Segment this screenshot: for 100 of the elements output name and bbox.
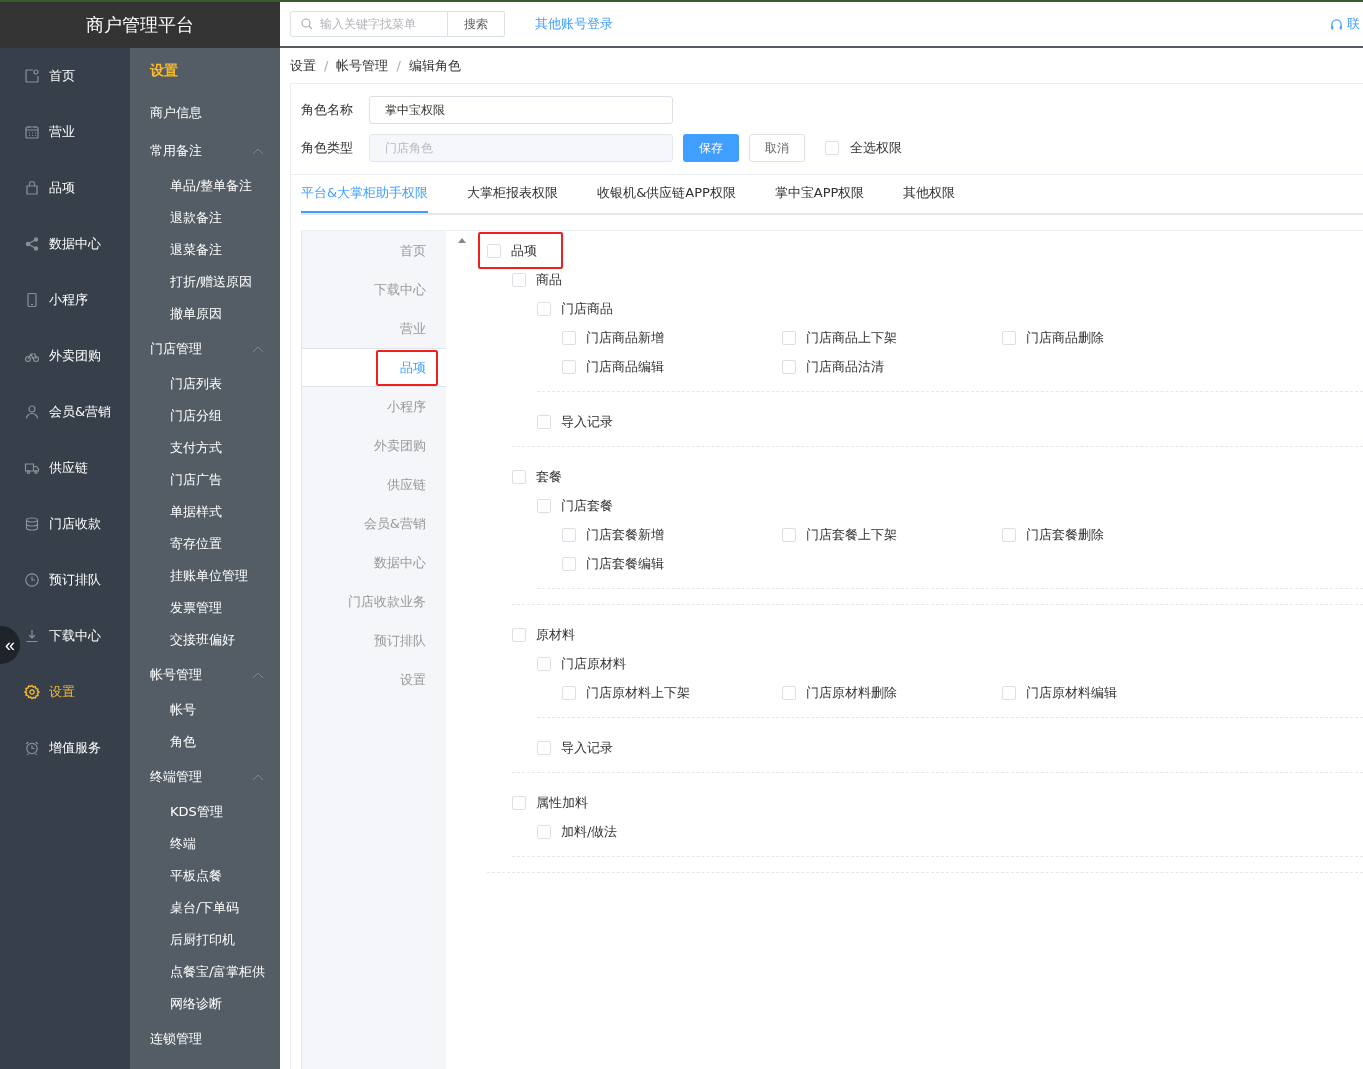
search-button[interactable]: 搜索 [448,11,505,37]
permission-label: 门店原材料 [561,654,626,673]
checkbox[interactable] [537,740,551,755]
checkbox[interactable] [562,527,576,542]
submenu-item[interactable]: 门店分组 [130,400,280,432]
submenu-item[interactable]: 撤单原因 [130,298,280,330]
submenu-item[interactable]: 单据样式 [130,496,280,528]
checkbox[interactable] [512,795,526,810]
tab[interactable]: 大掌柜报表权限 [467,175,559,213]
permission-label: 门店原材料删除 [806,683,897,702]
submenu-item[interactable]: 挂账单位管理 [130,560,280,592]
nav-item[interactable]: 营业 [20,104,130,160]
nav-item[interactable]: 品项 [20,160,130,216]
nav-item[interactable]: 增值服务 [20,720,130,776]
checkbox[interactable] [512,469,526,484]
submenu-item[interactable]: 终端 [130,828,280,860]
checkbox[interactable] [537,656,551,671]
checkbox[interactable] [562,556,576,571]
permission-nav-label: 小程序 [386,397,427,416]
chevron-icon[interactable] [252,671,264,679]
nav-item[interactable]: 外卖团购 [20,328,130,384]
permission-nav-label: 门店收款业务 [347,592,427,611]
nav-item[interactable]: 预订排队 [20,552,130,608]
role-name-field[interactable]: 掌中宝权限 [369,96,673,124]
permission-nav-label: 首页 [399,241,427,260]
chevron-icon[interactable] [252,345,264,353]
submenu-item[interactable]: 角色 [130,726,280,758]
submenu-group[interactable]: 终端管理 [130,758,202,796]
nav-item[interactable]: 小程序 [20,272,130,328]
permission-label: 门店套餐 [561,496,613,515]
submenu-item[interactable]: 发票管理 [130,592,280,624]
submenu-item[interactable]: 桌台/下单码 [130,892,280,924]
checkbox[interactable] [562,359,576,374]
permission-label: 门店套餐编辑 [586,554,664,573]
checkbox[interactable] [782,330,796,345]
submenu-item[interactable]: 帐号 [130,694,280,726]
submenu-item[interactable]: 门店广告 [130,464,280,496]
checkbox[interactable] [537,301,551,316]
submenu-group[interactable]: 帐号管理 [130,656,202,694]
submenu-item[interactable]: 支付方式 [130,432,280,464]
breadcrumb-item[interactable]: 设置 [290,56,316,75]
permission-nav-label: 供应链 [386,475,427,494]
nav-item[interactable]: 会员&营销 [20,384,130,440]
headset-icon[interactable] [1330,17,1343,31]
submenu-item[interactable]: 退菜备注 [130,234,280,266]
checkbox[interactable] [537,414,551,429]
clock-icon [24,572,40,588]
breadcrumb-item[interactable]: 帐号管理 [336,56,389,75]
nav-item[interactable]: 门店收款 [20,496,130,552]
checkbox[interactable] [537,498,551,513]
scroll-up-icon[interactable] [458,238,466,243]
submenu-item[interactable]: 打折/赠送原因 [130,266,280,298]
checkbox[interactable] [1002,685,1016,700]
submenu-item[interactable]: 后厨打印机 [130,924,280,956]
checkbox[interactable] [537,824,551,839]
submenu-item[interactable]: 交接班偏好 [130,624,280,656]
nav-item[interactable]: 首页 [20,48,130,104]
nav-item[interactable]: 数据中心 [20,216,130,272]
checkbox[interactable] [487,243,501,258]
chevron-icon[interactable] [252,773,264,781]
nav-item[interactable]: 设置 [20,664,130,720]
checkbox[interactable] [512,627,526,642]
checkbox[interactable] [782,359,796,374]
cancel-button[interactable]: 取消 [749,134,805,162]
checkbox[interactable] [512,272,526,287]
checkbox[interactable] [782,685,796,700]
nav-item[interactable]: 供应链 [20,440,130,496]
submenu-item[interactable]: 商户信息 [130,94,280,132]
permission-label: 门店商品编辑 [586,357,664,376]
alarm-icon [24,740,40,756]
permission-label: 门店商品上下架 [806,328,897,347]
checkbox[interactable] [782,527,796,542]
permission-label: 门店原材料编辑 [1026,683,1117,702]
nav-item[interactable]: 下载中心 [20,608,130,664]
submenu-item[interactable]: KDS管理 [130,796,280,828]
submenu-item[interactable]: 单品/整单备注 [130,170,280,202]
breadcrumb-separator: / [396,58,401,73]
submenu-item[interactable]: 平板点餐 [130,860,280,892]
permission-label: 属性加料 [536,793,588,812]
checkbox[interactable] [1002,527,1016,542]
submenu-item[interactable]: 网络诊断 [130,988,280,1020]
tab[interactable]: 收银机&供应链APP权限 [597,175,736,213]
submenu-item[interactable]: 寄存位置 [130,528,280,560]
submenu-group[interactable]: 常用备注 [130,132,202,170]
checkbox[interactable] [562,330,576,345]
checkbox[interactable] [825,141,839,155]
submenu-group[interactable]: 门店管理 [130,330,202,368]
permission-nav-label: 预订排队 [373,631,427,650]
tab[interactable]: 其他权限 [903,175,956,213]
collapse-button[interactable]: « [0,626,20,664]
chevron-icon[interactable] [252,147,264,155]
permission-nav-label: 设置 [399,670,427,689]
submenu-item[interactable]: 门店列表 [130,368,280,400]
checkbox[interactable] [1002,330,1016,345]
checkbox[interactable] [562,685,576,700]
submenu-item[interactable]: 连锁管理 [130,1020,280,1058]
tab[interactable]: 掌中宝APP权限 [774,175,865,213]
submenu-item[interactable]: 点餐宝/富掌柜供 [130,956,280,988]
search-field[interactable]: 输入关键字找菜单 [290,11,448,37]
submenu-item[interactable]: 退款备注 [130,202,280,234]
